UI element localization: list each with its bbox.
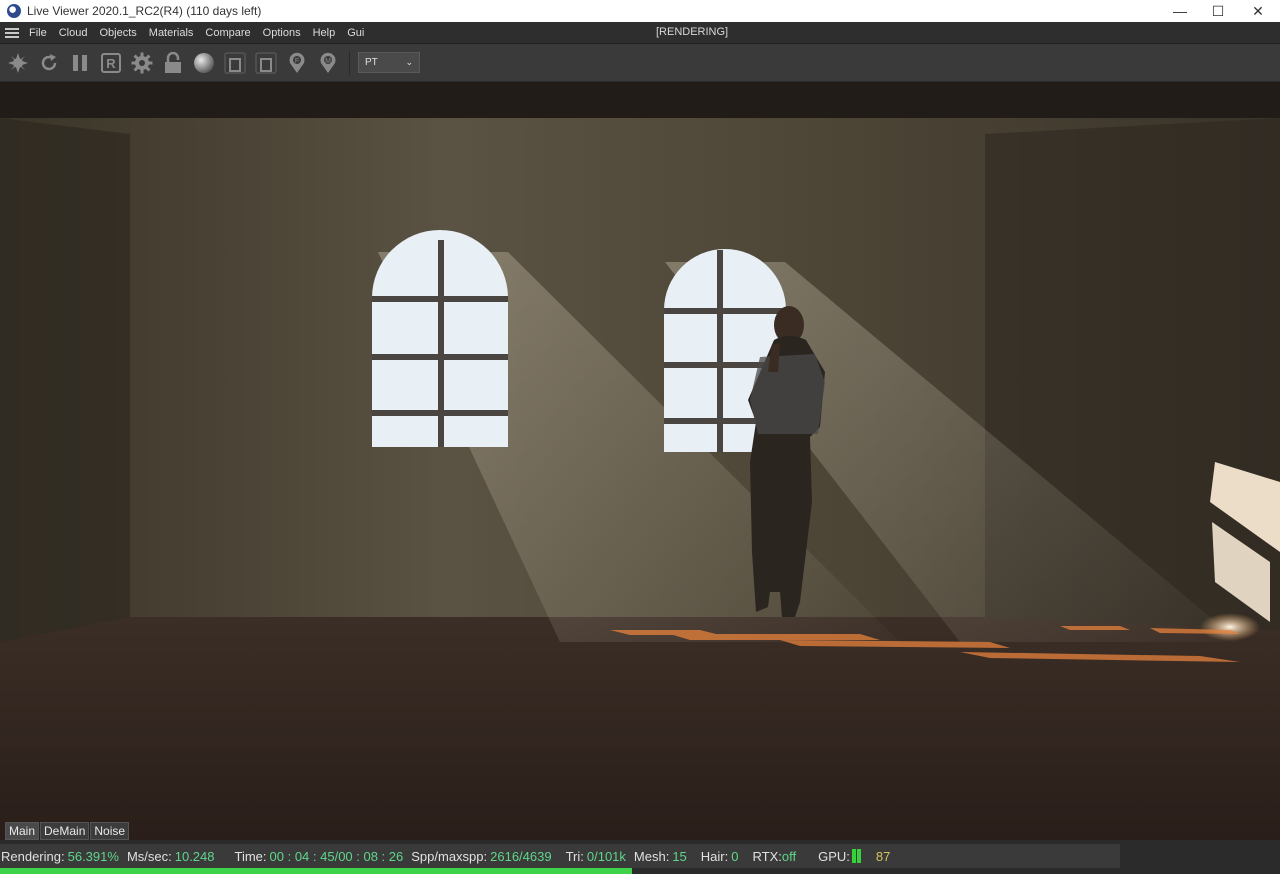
lock-icon[interactable] bbox=[160, 50, 186, 76]
subsampling-icon[interactable] bbox=[253, 50, 279, 76]
maximize-icon[interactable]: ☐ bbox=[1198, 0, 1238, 22]
status-bar: Rendering: 56.391% Ms/sec: 10.248 Time: … bbox=[0, 844, 1120, 868]
app-logo-icon bbox=[7, 4, 21, 18]
hamburger-menu-icon[interactable] bbox=[5, 27, 19, 38]
material-picker-icon[interactable]: M bbox=[315, 50, 341, 76]
hair-label: Hair: bbox=[700, 848, 729, 864]
menu-cloud[interactable]: Cloud bbox=[59, 27, 88, 39]
kernel-select-value: PT bbox=[365, 57, 378, 68]
hair-value: 0 bbox=[731, 848, 739, 864]
pause-icon[interactable] bbox=[67, 50, 93, 76]
settings-gear-icon[interactable] bbox=[129, 50, 155, 76]
render-image bbox=[0, 82, 1280, 840]
clay-mode-icon[interactable] bbox=[222, 50, 248, 76]
ms-value: 10.248 bbox=[174, 848, 215, 864]
render-progress-fill bbox=[0, 868, 632, 874]
spp-value: 2616/4639 bbox=[490, 848, 552, 864]
tri-label: Tri: bbox=[565, 848, 584, 864]
mesh-value: 15 bbox=[672, 848, 687, 864]
svg-text:M: M bbox=[325, 58, 331, 65]
region-render-icon[interactable]: R bbox=[98, 50, 124, 76]
title-bar: Live Viewer 2020.1_RC2(R4) (110 days lef… bbox=[0, 0, 1280, 22]
render-state-label: [RENDERING] bbox=[656, 26, 729, 38]
mesh-label: Mesh: bbox=[633, 848, 670, 864]
render-progress-bar bbox=[0, 868, 1120, 874]
time-value: 00 : 04 : 45/00 : 08 : 26 bbox=[269, 848, 404, 864]
floor bbox=[0, 617, 1280, 840]
rtx-label: RTX: bbox=[752, 848, 782, 864]
svg-text:R: R bbox=[106, 56, 116, 71]
menu-options[interactable]: Options bbox=[263, 27, 301, 39]
tab-main[interactable]: Main bbox=[5, 822, 40, 840]
restart-icon[interactable] bbox=[36, 50, 62, 76]
material-sphere-icon[interactable] bbox=[191, 50, 217, 76]
menu-materials[interactable]: Materials bbox=[149, 27, 194, 39]
rendering-value: 56.391% bbox=[67, 848, 119, 864]
ms-label: Ms/sec: bbox=[126, 848, 172, 864]
menu-objects[interactable]: Objects bbox=[99, 27, 136, 39]
tab-demain[interactable]: DeMain bbox=[40, 822, 90, 840]
start-render-icon[interactable] bbox=[5, 50, 31, 76]
toolbar-separator bbox=[349, 50, 350, 75]
kernel-select[interactable]: PT ⌄ bbox=[358, 52, 420, 73]
status-bar-filler bbox=[1120, 844, 1280, 874]
spp-label: Spp/maxspp: bbox=[411, 848, 488, 864]
left-wall bbox=[0, 118, 130, 642]
toolbar: R F M PT ⌄ bbox=[0, 43, 1280, 81]
time-label: Time: bbox=[234, 848, 267, 864]
chevron-down-icon: ⌄ bbox=[405, 57, 413, 67]
menu-help[interactable]: Help bbox=[313, 27, 336, 39]
minimize-icon[interactable]: — bbox=[1160, 0, 1200, 22]
tab-noise[interactable]: Noise bbox=[90, 822, 130, 840]
gpu-usage-bars bbox=[851, 849, 862, 863]
menu-file[interactable]: File bbox=[29, 27, 47, 39]
gpu-label: GPU: bbox=[818, 848, 850, 864]
menu-gui[interactable]: Gui bbox=[347, 27, 364, 39]
menu-compare[interactable]: Compare bbox=[205, 27, 250, 39]
svg-text:F: F bbox=[295, 58, 299, 65]
window-title: Live Viewer 2020.1_RC2(R4) (110 days lef… bbox=[27, 4, 262, 18]
ceiling bbox=[0, 82, 1280, 122]
close-icon[interactable]: ✕ bbox=[1238, 0, 1278, 22]
rtx-value: off bbox=[781, 848, 797, 864]
menu-bar: File Cloud Objects Materials Compare Opt… bbox=[0, 22, 1280, 43]
tri-value: 0/101k bbox=[586, 848, 626, 864]
view-tabs: Main DeMain Noise bbox=[5, 822, 130, 840]
rendering-label: Rendering: bbox=[1, 848, 65, 864]
render-viewport[interactable] bbox=[0, 82, 1280, 840]
gpu-temp-value: 87 bbox=[875, 848, 891, 864]
arched-window bbox=[372, 230, 508, 447]
focus-picker-icon[interactable]: F bbox=[284, 50, 310, 76]
